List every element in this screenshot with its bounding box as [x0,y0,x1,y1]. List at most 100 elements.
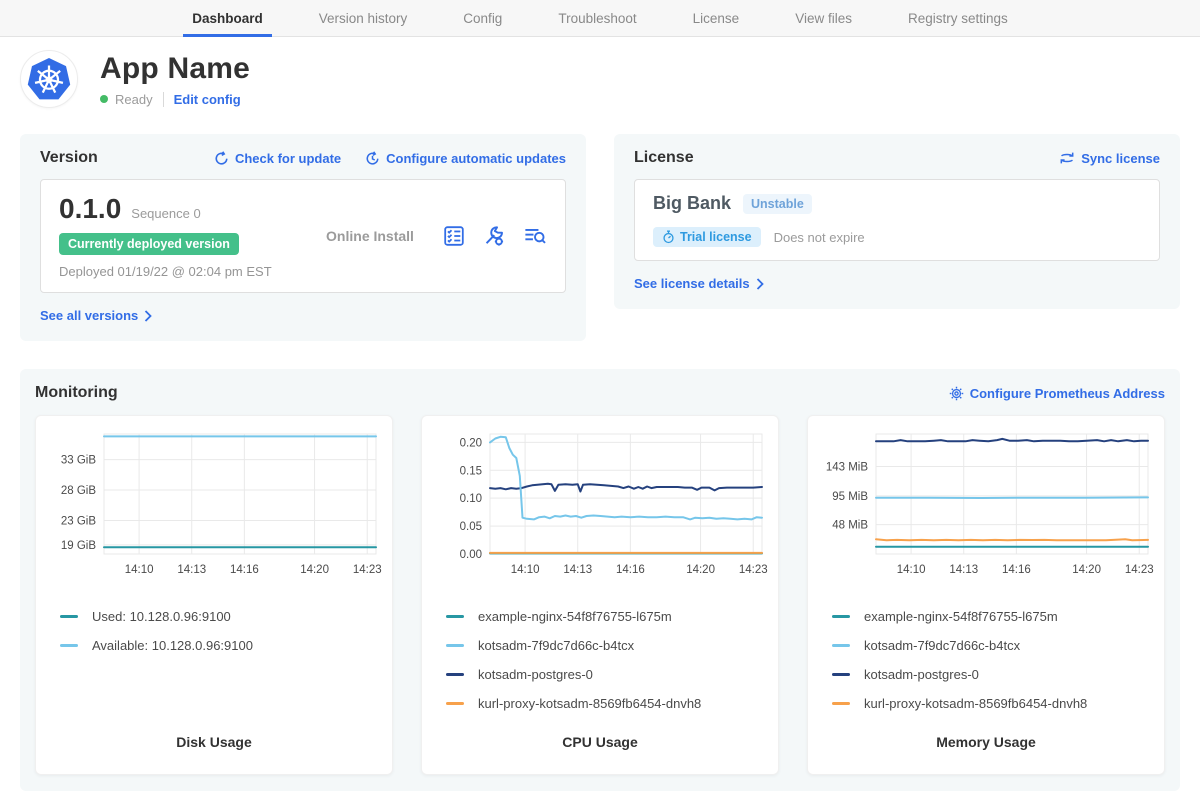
legend-label: kotsadm-postgres-0 [478,667,593,682]
memory-usage-title: Memory Usage [818,718,1154,758]
see-all-versions-link[interactable]: See all versions [40,308,152,323]
disk-usage-chart: 14:1014:1314:1614:2014:2319 GiB23 GiB28 … [46,426,382,588]
y-tick-label: 33 GiB [61,455,96,467]
legend-swatch [60,615,78,618]
license-card-title: License [634,149,694,167]
app-status-text: Ready [115,92,153,107]
legend-item: kurl-proxy-kotsadm-8569fb6454-dnvh8 [446,689,768,718]
version-card: Version Check for update [20,134,586,341]
legend-swatch [832,673,850,676]
monitoring-title: Monitoring [35,384,118,402]
sync-arrows-icon [1059,151,1075,165]
tab-troubleshoot[interactable]: Troubleshoot [549,0,645,36]
ready-status-dot [100,95,108,103]
legend-item: kotsadm-postgres-0 [446,660,768,689]
legend-swatch [446,702,464,705]
legend-label: kotsadm-7f9dc7d66c-b4tcx [478,638,634,653]
series-line [876,497,1148,498]
y-tick-label: 28 GiB [61,485,96,497]
monitoring-card: Monitoring Configure Prometheus Address [20,369,1180,791]
app-logo [20,50,78,108]
disk-usage-panel: 14:1014:1314:1614:2014:2319 GiB23 GiB28 … [35,415,393,775]
trial-license-badge: Trial license [653,227,761,247]
legend-item: Used: 10.128.0.96:9100 [60,602,382,631]
sync-license-button[interactable]: Sync license [1059,151,1160,166]
cpu-usage-title: CPU Usage [432,718,768,758]
cpu-usage-panel: 14:1014:1314:1614:2014:230.000.050.100.1… [421,415,779,775]
legend-item: kotsadm-7f9dc7d66c-b4tcx [446,631,768,660]
preflight-checks-button[interactable] [443,225,465,247]
license-details-box: Big Bank Unstable Trial license Does not… [634,179,1160,261]
legend-label: Used: 10.128.0.96:9100 [92,609,231,624]
memory-usage-legend: example-nginx-54f8f76755-l675m kotsadm-7f… [818,602,1154,718]
deployed-badge: Currently deployed version [59,233,239,255]
view-logs-button[interactable] [523,225,547,247]
edit-config-link[interactable]: Edit config [174,92,241,107]
configure-prometheus-button[interactable]: Configure Prometheus Address [949,386,1165,401]
plot-area [490,434,762,554]
see-license-details-link[interactable]: See license details [634,276,764,291]
tab-view-files[interactable]: View files [786,0,861,36]
charts-row: 14:1014:1314:1614:2014:2319 GiB23 GiB28 … [35,415,1165,775]
legend-swatch [832,644,850,647]
x-tick-label: 14:20 [686,564,715,576]
checklist-icon [443,225,465,247]
y-tick-label: 0.15 [460,465,482,477]
kubernetes-icon [25,55,73,103]
chevron-right-icon [144,310,152,322]
refresh-icon [214,151,229,166]
y-tick-label: 0.10 [460,493,482,505]
x-tick-label: 14:10 [125,564,154,576]
legend-item: Available: 10.128.0.96:9100 [60,631,382,660]
page-title: App Name [100,52,250,86]
legend-swatch [832,615,850,618]
deployed-timestamp: Deployed 01/19/22 @ 02:04 pm EST [59,264,297,279]
legend-item: example-nginx-54f8f76755-l675m [832,602,1154,631]
customer-name: Big Bank [653,193,731,214]
legend-item: kotsadm-postgres-0 [832,660,1154,689]
tab-license[interactable]: License [684,0,749,36]
legend-label: example-nginx-54f8f76755-l675m [478,609,672,624]
check-for-update-button[interactable]: Check for update [214,151,341,166]
x-tick-label: 14:23 [353,564,382,576]
summary-cards-row: Version Check for update [20,134,1180,341]
channel-badge: Unstable [743,194,812,214]
plot-area [876,434,1148,554]
clock-arrow-icon [365,151,380,166]
legend-label: kurl-proxy-kotsadm-8569fb6454-dnvh8 [478,696,701,711]
y-tick-label: 48 MiB [832,520,868,532]
edit-config-version-button[interactable] [483,225,505,247]
tab-dashboard[interactable]: Dashboard [183,0,272,36]
configure-automatic-updates-button[interactable]: Configure automatic updates [365,151,566,166]
x-tick-label: 14:20 [300,564,329,576]
x-tick-label: 14:20 [1072,564,1101,576]
cpu-usage-legend: example-nginx-54f8f76755-l675m kotsadm-7f… [432,602,768,718]
legend-swatch [446,615,464,618]
divider [163,92,164,107]
legend-swatch [446,644,464,647]
legend-label: Available: 10.128.0.96:9100 [92,638,253,653]
x-tick-label: 14:10 [897,564,926,576]
sequence-label: Sequence 0 [131,206,200,221]
x-tick-label: 14:16 [616,564,645,576]
dashboard-page: App Name Ready Edit config Version [0,50,1200,791]
x-tick-label: 14:13 [177,564,206,576]
legend-label: kurl-proxy-kotsadm-8569fb6454-dnvh8 [864,696,1087,711]
install-type-label: Online Install [297,228,443,244]
tab-config[interactable]: Config [454,0,511,36]
version-card-title: Version [40,149,98,167]
y-tick-label: 0.20 [460,437,482,449]
tab-registry-settings[interactable]: Registry settings [899,0,1017,36]
legend-label: kotsadm-postgres-0 [864,667,979,682]
x-tick-label: 14:13 [563,564,592,576]
legend-item: kurl-proxy-kotsadm-8569fb6454-dnvh8 [832,689,1154,718]
tab-version-history[interactable]: Version history [310,0,417,36]
legend-swatch [832,702,850,705]
top-nav: Dashboard Version history Config Trouble… [0,0,1200,37]
series-line [876,539,1148,540]
wrench-gear-icon [483,225,505,247]
y-tick-label: 143 MiB [826,461,869,473]
legend-label: kotsadm-7f9dc7d66c-b4tcx [864,638,1020,653]
x-tick-label: 14:23 [1125,564,1154,576]
y-tick-label: 23 GiB [61,515,96,527]
